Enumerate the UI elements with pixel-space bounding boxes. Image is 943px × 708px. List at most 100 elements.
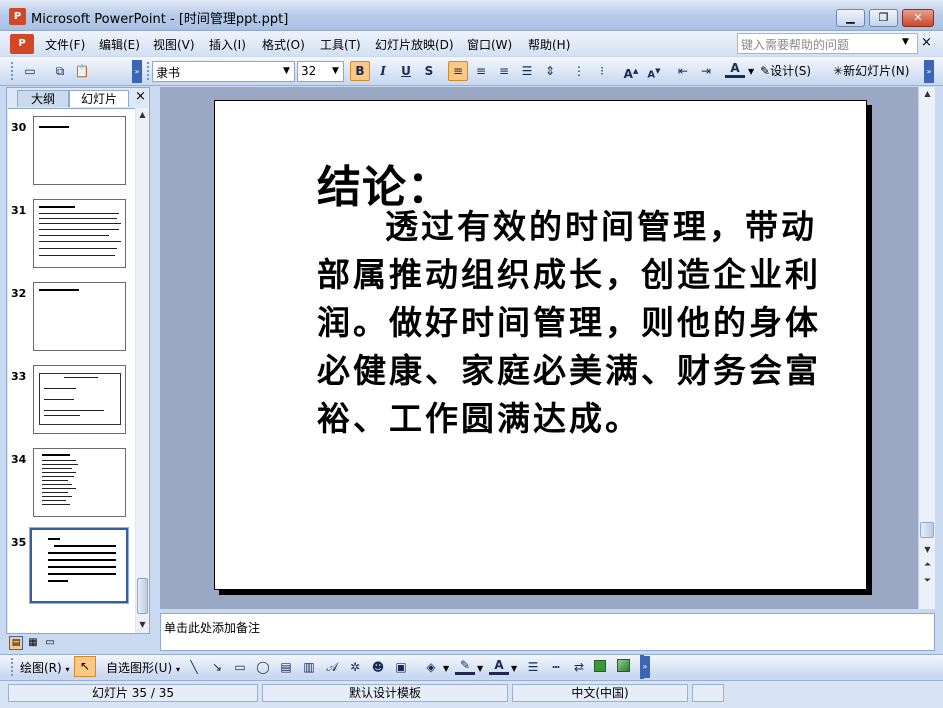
italic-button[interactable]: I [373, 61, 393, 81]
tab-slides[interactable]: 幻灯片 [69, 90, 129, 107]
toolbar-grip[interactable] [11, 658, 14, 676]
title-bar: P Microsoft PowerPoint - [时间管理ppt.ppt] ▁… [0, 0, 943, 31]
normal-view-icon[interactable]: ▤ [9, 636, 23, 650]
menu-slideshow[interactable]: 幻灯片放映(D) [375, 36, 454, 53]
slide-thumbnail-30[interactable] [33, 116, 126, 185]
slide-thumbnail-34[interactable] [33, 448, 126, 517]
menu-edit[interactable]: 编辑(E) [99, 36, 140, 53]
current-slide[interactable]: 结论： 透过有效的时间管理，带动部属推动组织成长，创造企业利润。做好时间管理，则… [214, 100, 867, 590]
tab-outline[interactable]: 大纲 [17, 90, 69, 107]
fill-color-icon[interactable]: ◈ [421, 657, 441, 677]
chevron-down-icon[interactable]: ▼ [748, 67, 754, 76]
menu-format[interactable]: 格式(O) [262, 36, 305, 53]
underline-button[interactable]: U [396, 61, 416, 81]
menu-file[interactable]: 文件(F) [45, 36, 85, 53]
pane-close-button[interactable]: × [135, 89, 146, 104]
menu-insert[interactable]: 插入(I) [209, 36, 246, 53]
slide-thumbnail-33[interactable] [33, 365, 126, 434]
toolbar-grip[interactable] [147, 62, 150, 80]
paste-icon[interactable]: 📋 [72, 61, 92, 81]
clipart-icon[interactable]: ☻ [368, 657, 388, 677]
textbox-icon[interactable]: ▤ [276, 657, 296, 677]
chevron-down-icon[interactable]: ▼ [477, 664, 483, 673]
increase-indent-icon[interactable]: ⇥ [696, 61, 716, 81]
scrollbar-thumb[interactable] [137, 578, 148, 614]
scrollbar-thumb[interactable] [920, 522, 934, 538]
document-menu-icon[interactable]: P [10, 34, 34, 54]
thumbnail-scrollbar[interactable]: ▲ ▼ [136, 108, 149, 633]
help-dropdown-icon[interactable]: ▼ [902, 37, 909, 47]
powerpoint-app-icon[interactable]: P [9, 8, 26, 25]
diagram-icon[interactable]: ✲ [345, 657, 365, 677]
close-button[interactable]: ✕ [902, 9, 934, 27]
justify-icon[interactable]: ☰ [517, 61, 537, 81]
chevron-down-icon[interactable]: ▼ [332, 66, 339, 76]
minimize-button[interactable]: ▁ [836, 9, 865, 27]
scroll-down-icon[interactable]: ▼ [136, 618, 149, 631]
chevron-down-icon[interactable]: ▼ [511, 664, 517, 673]
shadow-style-icon[interactable] [594, 660, 606, 672]
align-left-icon[interactable]: ≡ [448, 61, 468, 81]
font-size-select[interactable]: 32 ▼ [297, 61, 344, 82]
arrow-style-icon[interactable]: ⇄ [569, 657, 589, 677]
slideshow-view-icon[interactable]: ▭ [43, 636, 57, 650]
menu-view[interactable]: 视图(V) [153, 36, 195, 53]
toolbar-grip[interactable] [11, 62, 14, 80]
bold-button[interactable]: B [350, 61, 370, 81]
slide-scrollbar[interactable]: ▲ ▼ ⏶ ⏷ [918, 87, 935, 609]
shadow-button[interactable]: S [419, 61, 439, 81]
scroll-up-icon[interactable]: ▲ [920, 87, 935, 100]
maximize-button[interactable]: ❐ [869, 9, 898, 27]
chevron-down-icon[interactable]: ▼ [283, 66, 290, 76]
font-color-icon[interactable]: A [725, 60, 745, 78]
slide-number: 33 [11, 370, 27, 383]
3d-style-icon[interactable] [617, 659, 630, 672]
slide-thumbnail-32[interactable] [33, 282, 126, 351]
arrow-icon[interactable]: ↘ [207, 657, 227, 677]
slide-body-text[interactable]: 透过有效的时间管理，带动部属推动组织成长，创造企业利润。做好时间管理，则他的身体… [317, 203, 839, 443]
line-style-icon[interactable]: ☰ [523, 657, 543, 677]
toolbar-options-icon[interactable]: » [132, 60, 142, 83]
draw-menu-button[interactable]: 绘图(R) ▾ [20, 659, 70, 676]
slide-thumbnail-35[interactable] [29, 527, 129, 604]
notes-pane[interactable]: 单击此处添加备注 [160, 613, 935, 651]
rectangle-icon[interactable]: ▭ [230, 657, 250, 677]
autoshapes-button[interactable]: 自选图形(U) ▾ [106, 659, 180, 676]
numbered-list-icon[interactable]: ⋮ [569, 61, 589, 81]
new-slide-button[interactable]: ✳新幻灯片(N) [833, 62, 909, 79]
text-color-icon[interactable]: A [489, 657, 509, 675]
scroll-down-icon[interactable]: ▼ [920, 543, 935, 556]
bulleted-list-icon[interactable]: ⁝ [592, 61, 612, 81]
line-icon[interactable]: ╲ [184, 657, 204, 677]
align-center-icon[interactable]: ≡ [471, 61, 491, 81]
next-slide-icon[interactable]: ⏷ [920, 575, 935, 588]
help-search-input[interactable]: 键入需要帮助的问题 [737, 33, 918, 54]
vertical-textbox-icon[interactable]: ▥ [299, 657, 319, 677]
menu-help[interactable]: 帮助(H) [528, 36, 570, 53]
design-button[interactable]: ✎设计(S) [760, 62, 811, 79]
new-document-icon[interactable]: ▭ [20, 61, 40, 81]
select-pointer-icon[interactable]: ↖ [74, 656, 96, 677]
line-color-icon[interactable]: ✎ [455, 657, 475, 675]
decrease-font-icon[interactable]: A▼ [644, 61, 664, 81]
menu-close-icon[interactable]: × [921, 35, 932, 50]
menu-tools[interactable]: 工具(T) [320, 36, 361, 53]
align-right-icon[interactable]: ≡ [494, 61, 514, 81]
picture-icon[interactable]: ▣ [391, 657, 411, 677]
scroll-up-icon[interactable]: ▲ [136, 108, 149, 121]
menu-window[interactable]: 窗口(W) [467, 36, 512, 53]
toolbar-options-icon[interactable]: » [640, 656, 650, 678]
increase-font-icon[interactable]: A▲ [621, 61, 641, 81]
copy-icon[interactable]: ⧉ [50, 61, 70, 81]
line-spacing-icon[interactable]: ⇕ [540, 61, 560, 81]
slide-thumbnail-31[interactable] [33, 199, 126, 268]
chevron-down-icon[interactable]: ▼ [443, 664, 449, 673]
font-name-select[interactable]: 隶书 ▼ [152, 61, 295, 82]
decrease-indent-icon[interactable]: ⇤ [673, 61, 693, 81]
dash-style-icon[interactable]: ┅ [546, 657, 566, 677]
sorter-view-icon[interactable]: ▦ [26, 636, 40, 650]
wordart-icon[interactable]: 𝒜 [322, 657, 342, 677]
oval-icon[interactable]: ◯ [253, 657, 273, 677]
previous-slide-icon[interactable]: ⏶ [920, 559, 935, 572]
toolbar-options-icon[interactable]: » [924, 60, 934, 83]
